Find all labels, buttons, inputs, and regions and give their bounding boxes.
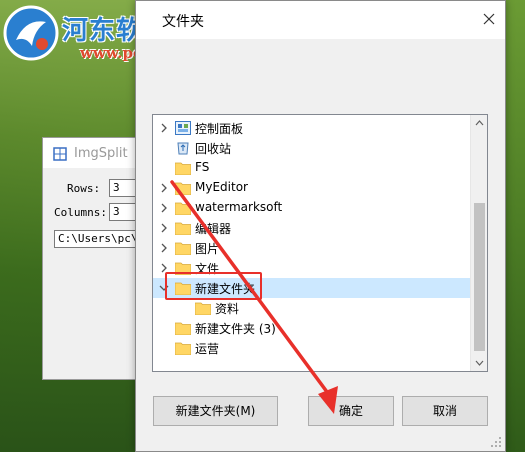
- folder-icon: [175, 202, 191, 215]
- tree-item-pictures[interactable]: 图片: [153, 238, 471, 258]
- tree-item-label: 新建文件夹 (3): [195, 322, 276, 336]
- tree-item-label: 运营: [195, 342, 220, 356]
- tree-item-label: 文件: [195, 262, 220, 276]
- tree-item-new-folder-3[interactable]: 新建文件夹 (3): [153, 318, 471, 338]
- control-panel-icon: [175, 121, 191, 135]
- chevron-right-icon[interactable]: [159, 243, 169, 253]
- tree-item-label: MyEditor: [195, 180, 248, 194]
- chevron-right-icon[interactable]: [159, 123, 169, 133]
- browse-folder-dialog: 文件夹 控制面板 回收站 FS MyEditor watermarksoft 编…: [135, 0, 506, 452]
- chevron-down-icon[interactable]: [159, 283, 169, 293]
- chevron-right-icon[interactable]: [159, 183, 169, 193]
- new-folder-button[interactable]: 新建文件夹(M): [153, 396, 278, 426]
- folder-tree[interactable]: 控制面板 回收站 FS MyEditor watermarksoft 编辑器 图…: [152, 114, 488, 372]
- tree-item-label: watermarksoft: [195, 200, 283, 214]
- ok-button[interactable]: 确定: [308, 396, 394, 426]
- tree-item-label: 新建文件夹: [195, 282, 256, 296]
- tree-item-materials[interactable]: 资料: [153, 298, 471, 318]
- folder-icon: [175, 282, 191, 295]
- folder-icon: [175, 322, 191, 335]
- tree-item-label: FS: [195, 160, 210, 174]
- cancel-button[interactable]: 取消: [402, 396, 488, 426]
- dialog-titlebar: 文件夹: [136, 1, 505, 39]
- tree-item-files[interactable]: 文件: [153, 258, 471, 278]
- tree-item-operations[interactable]: 运营: [153, 338, 471, 358]
- scrollbar-thumb[interactable]: [474, 203, 485, 351]
- columns-label: Columns:: [54, 206, 107, 219]
- folder-icon: [175, 242, 191, 255]
- tree-item-label: 控制面板: [195, 122, 244, 136]
- tree-item-editor[interactable]: 编辑器: [153, 218, 471, 238]
- tree-item-myeditor[interactable]: MyEditor: [153, 178, 471, 198]
- tree-item-new-folder-selected[interactable]: 新建文件夹: [153, 278, 471, 298]
- scroll-down-icon[interactable]: [471, 354, 488, 371]
- imgsplit-app-icon: [53, 147, 67, 161]
- scroll-up-icon[interactable]: [471, 115, 488, 132]
- tree-item-label: 编辑器: [195, 222, 232, 236]
- dialog-title: 文件夹: [162, 14, 204, 30]
- folder-icon: [195, 302, 211, 315]
- tree-item-watermarksoft[interactable]: watermarksoft: [153, 198, 471, 218]
- tree-item-control-panel[interactable]: 控制面板: [153, 118, 471, 138]
- chevron-right-icon[interactable]: [159, 223, 169, 233]
- imgsplit-title: ImgSplit: [74, 146, 128, 161]
- watermark-logo-icon: [3, 5, 59, 61]
- tree-scrollbar[interactable]: [470, 115, 487, 371]
- tree-item-recycle-bin[interactable]: 回收站: [153, 138, 471, 158]
- rows-label: Rows:: [67, 182, 101, 195]
- close-icon[interactable]: [479, 9, 499, 29]
- folder-icon: [175, 222, 191, 235]
- recycle-bin-icon: [177, 142, 189, 155]
- tree-item-fs[interactable]: FS: [153, 158, 471, 178]
- resize-grip-icon[interactable]: [491, 437, 502, 448]
- chevron-right-icon[interactable]: [159, 203, 169, 213]
- tree-item-label: 回收站: [195, 142, 232, 156]
- chevron-right-icon[interactable]: [159, 263, 169, 273]
- folder-icon: [175, 342, 191, 355]
- folder-icon: [175, 162, 191, 175]
- tree-item-label: 资料: [215, 302, 240, 316]
- tree-item-label: 图片: [195, 242, 220, 256]
- folder-icon: [175, 182, 191, 195]
- folder-icon: [175, 262, 191, 275]
